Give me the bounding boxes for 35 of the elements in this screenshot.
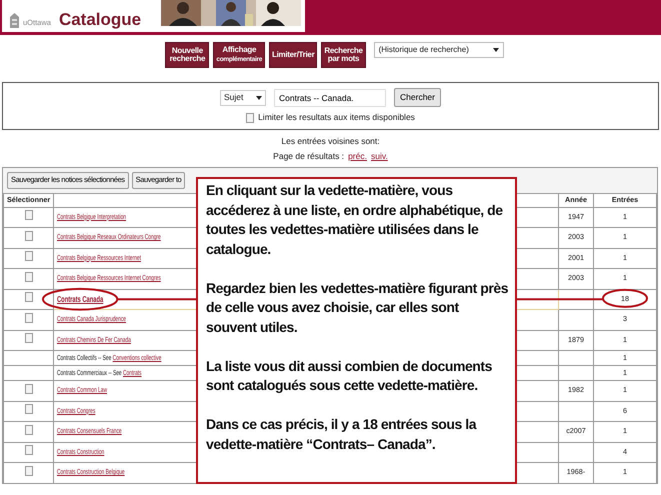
checkbox[interactable] bbox=[24, 312, 32, 323]
toolbar-button[interactable]: Recherche par mots bbox=[321, 42, 366, 68]
search-button[interactable]: Chercher bbox=[394, 88, 441, 108]
checkbox[interactable] bbox=[24, 272, 32, 282]
checkbox[interactable] bbox=[24, 445, 32, 456]
toolbar-button[interactable]: Nouvelle recherche bbox=[165, 42, 210, 68]
checkbox[interactable] bbox=[246, 112, 254, 122]
history-dropdown[interactable]: (Historique de recherche) bbox=[374, 42, 504, 58]
building-icon bbox=[10, 13, 19, 28]
subject-link[interactable]: Contrats Canada bbox=[57, 292, 104, 306]
field-type-dropdown[interactable]: Sujet bbox=[220, 90, 266, 106]
checkbox[interactable] bbox=[24, 424, 32, 435]
catalogue-title: Catalogue bbox=[58, 11, 142, 28]
pagination-link[interactable]: préc. bbox=[348, 150, 367, 162]
pagination-link[interactable]: suiv. bbox=[370, 150, 388, 162]
checkbox[interactable] bbox=[24, 384, 32, 394]
search-field[interactable]: Contrats -- Canada. bbox=[274, 88, 386, 107]
checkbox[interactable] bbox=[24, 210, 32, 220]
toolbar-button[interactable]: Limiter/Trier bbox=[269, 42, 318, 68]
checkbox[interactable] bbox=[24, 230, 32, 241]
callout-paragraph: La liste vous dit aussi combien de documents sont catalogués sous cette vedette-matière. bbox=[206, 356, 493, 395]
checkbox[interactable] bbox=[24, 251, 32, 262]
caret-icon bbox=[492, 48, 499, 52]
checkbox[interactable] bbox=[24, 333, 32, 344]
callout-paragraph: Regardez bien les vedettes-matière figurant près de celle vous avez choisie, car elles sont souvent utiles. bbox=[206, 278, 509, 336]
caret-icon bbox=[256, 96, 262, 100]
checkbox[interactable] bbox=[24, 466, 32, 476]
checkbox[interactable] bbox=[24, 404, 32, 414]
callout-paragraph: Dans ce cas précis, il y a 18 entrées sous la vedette-matière “Contrats– Canada”. bbox=[206, 415, 478, 454]
callout-paragraph: En cliquant sur la vedette-matière, vous accéderez à une liste, en ordre alphabétique, de toutes les vedettes-matière utilisées dans le catalogue. bbox=[206, 181, 504, 259]
highlight-ellipse bbox=[602, 288, 648, 308]
checkbox[interactable] bbox=[24, 292, 32, 302]
checkbox-label: Limiter les resultats aux items disponibles bbox=[258, 111, 415, 124]
pagination-label: Page de résultats : bbox=[273, 150, 344, 162]
neighbors-label: Les entrées voisines sont: bbox=[280, 135, 381, 148]
